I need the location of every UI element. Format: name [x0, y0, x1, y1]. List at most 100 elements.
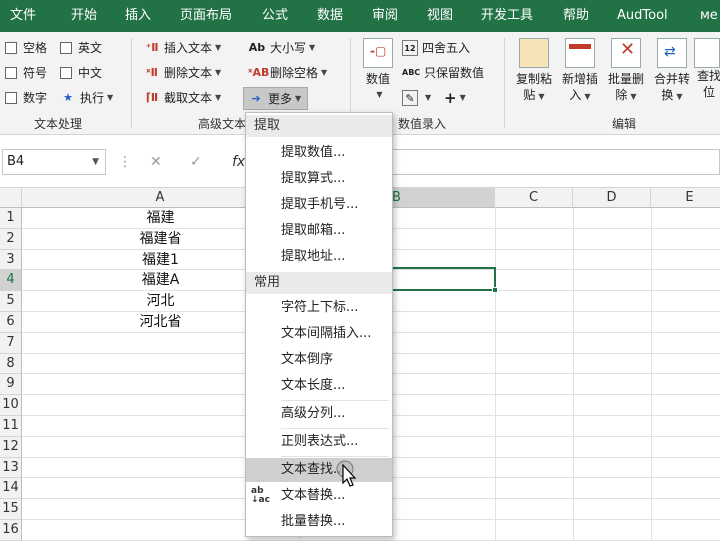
fx-icon[interactable]: fx [232, 149, 245, 175]
menu-item-advanced-split[interactable]: 高级分列... [246, 402, 392, 426]
chevron-down-icon: ▼ [459, 93, 466, 102]
batch-delete-icon-glyph: ✕ [620, 39, 636, 60]
row-header-7[interactable]: 7 [0, 332, 22, 354]
row-header-1[interactable]: 1 [0, 208, 22, 229]
menu-item-text-find[interactable]: 文本查找... [246, 458, 392, 482]
number-checkbox[interactable]: 数字 [5, 88, 47, 108]
group-label-advanced: 高级文本 [198, 117, 247, 131]
tab-file[interactable]: 文件 [10, 0, 36, 32]
menu-item-extract-formula[interactable]: 提取算式... [246, 167, 392, 191]
tab-help[interactable]: 帮助 [563, 0, 589, 32]
tab-page-layout[interactable]: 页面布局 [180, 0, 232, 32]
value-button[interactable]: -▢ 数值 ▼ [356, 38, 400, 103]
copy-paste-label-2: 贴 ▼ [512, 87, 556, 105]
row-header-6[interactable]: 6 [0, 312, 22, 333]
case-label: 大小写 [270, 41, 307, 55]
copy-paste-button[interactable]: 复制粘 贴 ▼ [512, 38, 556, 105]
tab-view[interactable]: 视图 [427, 0, 453, 32]
arrow-right-icon: ➔ [251, 91, 261, 105]
tab-data[interactable]: 数据 [317, 0, 343, 32]
delete-text-button[interactable]: ˣⅡ 删除文本 ▼ [144, 63, 221, 83]
row-header-11[interactable]: 11 [0, 416, 22, 437]
merge-convert-label-2-text: 换 [661, 88, 674, 102]
tab-insert[interactable]: 插入 [125, 0, 151, 32]
chevron-down-icon: ▼ [215, 93, 222, 102]
keep-number-button[interactable]: ABC 只保留数值 [402, 63, 484, 83]
row-header-2[interactable]: 2 [0, 228, 22, 250]
menu-separator [281, 456, 389, 457]
row-header-12[interactable]: 12 [0, 436, 22, 458]
insert-new-button[interactable]: 新增插 入 ▼ [558, 38, 602, 105]
menu-separator [281, 400, 389, 401]
group-divider [131, 38, 132, 128]
insert-text-button[interactable]: ⁺Ⅱ 插入文本 ▼ [144, 38, 221, 58]
tab-formulas[interactable]: 公式 [262, 0, 288, 32]
space-checkbox[interactable]: 空格 [5, 38, 47, 58]
batch-delete-button[interactable]: ✕ 批量删 除 ▼ [604, 38, 648, 105]
more-button[interactable]: ➔ 更多 ▼ [243, 87, 309, 110]
find-locate-label-2: 位 [702, 85, 715, 99]
menu-item-extract-phone[interactable]: 提取手机号... [246, 193, 392, 217]
menu-item-reverse-text[interactable]: 文本倒序 [246, 348, 392, 372]
checkbox-icon [5, 92, 17, 104]
tab-developer[interactable]: 开发工具 [481, 0, 533, 32]
name-box[interactable]: B4 ▼ [2, 149, 106, 175]
tab-more[interactable]: ме [700, 0, 718, 32]
edit-dropdown-button[interactable]: ✎ ▼ [402, 88, 431, 108]
row-header-5[interactable]: 5 [0, 291, 22, 312]
select-all-corner[interactable] [0, 188, 22, 208]
cancel-icon[interactable]: ✕ [150, 149, 162, 175]
excel-window: 文件 开始 插入 页面布局 公式 数据 审阅 视图 开发工具 帮助 AudToo… [0, 0, 720, 541]
symbol-checkbox[interactable]: 符号 [5, 63, 47, 83]
menu-item-extract-address[interactable]: 提取地址... [246, 245, 392, 269]
extract-text-label: 截取文本 [164, 91, 213, 105]
round-icon: 12 [402, 40, 418, 56]
row-header-9[interactable]: 9 [0, 374, 22, 396]
menu-item-extract-email[interactable]: 提取邮箱... [246, 219, 392, 243]
fill-handle[interactable] [492, 287, 498, 293]
column-header-c[interactable]: C [495, 188, 573, 208]
merge-convert-button[interactable]: ⇄ 合并转 换 ▼ [650, 38, 694, 105]
insert-new-label-2-text: 入 [569, 88, 582, 102]
menu-item-batch-replace[interactable]: 批量替换... [246, 510, 392, 534]
menu-item-extract-number[interactable]: 提取数值... [246, 141, 392, 165]
confirm-icon[interactable]: ✓ [190, 149, 202, 175]
menu-item-regex[interactable]: 正则表达式... [246, 430, 392, 454]
row-header-16[interactable]: 16 [0, 520, 22, 541]
remove-space-button[interactable]: ˣAB 删除空格 ▼ [248, 63, 327, 83]
extract-text-button[interactable]: ⌈Ⅱ 截取文本 ▼ [144, 88, 221, 108]
insert-row-icon-bar [569, 44, 591, 49]
tab-home[interactable]: 开始 [71, 0, 97, 32]
round-label: 四舍五入 [422, 41, 471, 55]
execute-label: 执行 [80, 91, 105, 105]
find-locate-button[interactable]: 查找 位 [694, 38, 720, 100]
row-header-10[interactable]: 10 [0, 395, 22, 416]
chinese-checkbox[interactable]: 中文 [60, 63, 102, 83]
batch-delete-label: 批量删 [607, 72, 644, 86]
round-button[interactable]: 12 四舍五入 [402, 38, 470, 58]
tab-audtool[interactable]: AudTool [617, 0, 668, 32]
column-header-e[interactable]: E [651, 188, 720, 208]
find-icon [694, 38, 720, 68]
menu-item-superscript[interactable]: 字符上下标... [246, 296, 392, 320]
row-header-8[interactable]: 8 [0, 353, 22, 375]
tab-review[interactable]: 审阅 [372, 0, 398, 32]
row-header-13[interactable]: 13 [0, 457, 22, 479]
row-header-3[interactable]: 3 [0, 249, 22, 271]
remove-space-icon: ˣAB [248, 66, 270, 79]
case-button[interactable]: Ab 大小写 ▼ [248, 38, 315, 58]
add-dropdown-button[interactable]: + ▼ [444, 88, 466, 108]
english-checkbox[interactable]: 英文 [60, 38, 102, 58]
column-header-d[interactable]: D [573, 188, 651, 208]
insert-text-icon: ⁺Ⅱ [145, 41, 159, 54]
checkbox-icon [60, 42, 72, 54]
execute-button[interactable]: ★ 执行 ▼ [60, 88, 113, 108]
menu-item-text-length[interactable]: 文本长度... [246, 374, 392, 398]
checkbox-icon [5, 42, 17, 54]
menu-item-interval-insert[interactable]: 文本间隔插入... [246, 322, 392, 346]
row-header-4[interactable]: 4 [0, 270, 22, 292]
row-header-14[interactable]: 14 [0, 478, 22, 500]
symbol-label: 符号 [23, 66, 48, 80]
row-header-15[interactable]: 15 [0, 499, 22, 520]
chevron-down-icon: ▼ [321, 68, 328, 77]
